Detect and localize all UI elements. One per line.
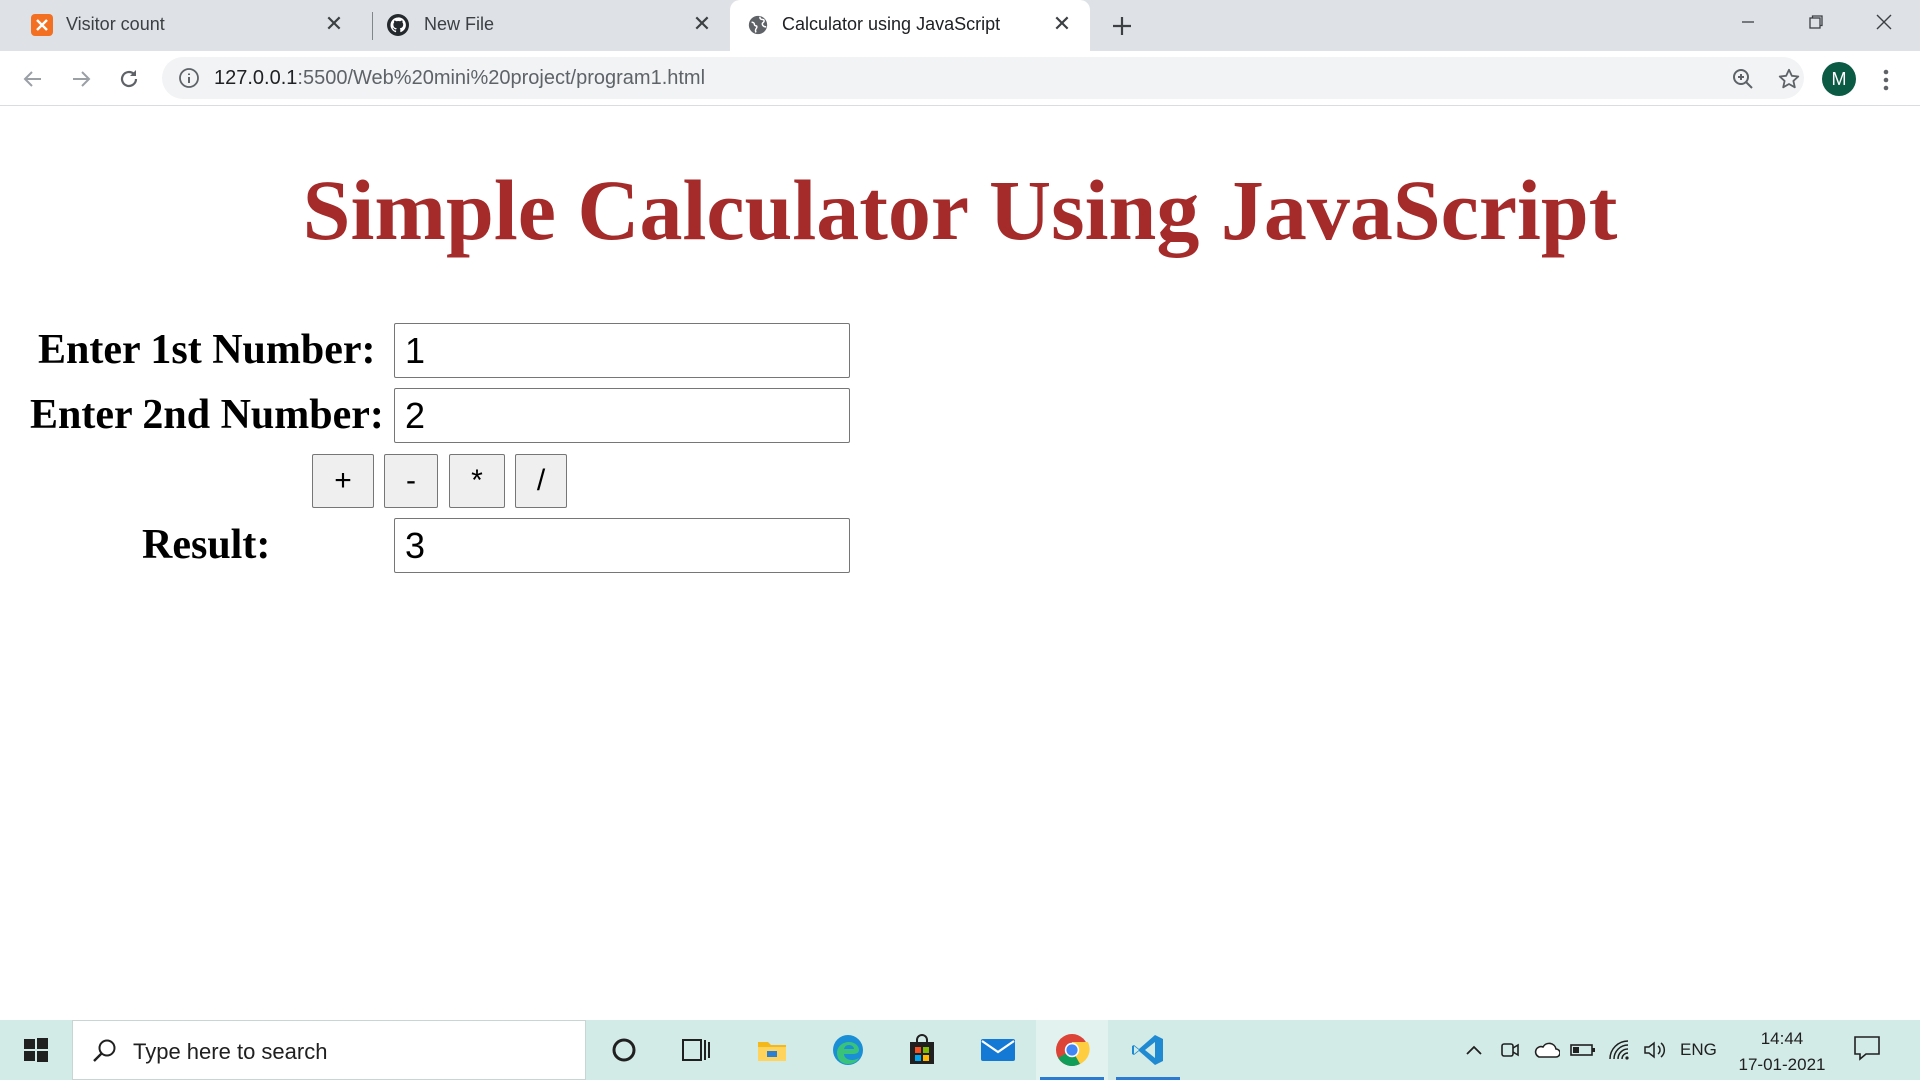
battery-icon[interactable]: [1568, 1020, 1598, 1080]
tab-title: Visitor count: [66, 14, 165, 34]
tab-title: Calculator using JavaScript: [782, 14, 1001, 34]
show-hidden-icons-icon[interactable]: [1460, 1020, 1488, 1080]
search-placeholder: Type here to search: [133, 1039, 328, 1064]
close-icon[interactable]: ✕: [322, 11, 346, 36]
file-explorer-icon[interactable]: [736, 1020, 808, 1080]
xampp-icon: [30, 13, 54, 37]
result-output[interactable]: [394, 518, 850, 573]
star-icon[interactable]: [1776, 66, 1802, 92]
taskbar: Type here to search ENG 14:44 17-01-2021: [0, 1020, 1920, 1080]
windows-start-icon[interactable]: [0, 1020, 72, 1080]
url-host: 127.0.0.1: [214, 67, 298, 89]
tab-title: New File: [424, 14, 495, 34]
first-number-input[interactable]: [394, 323, 850, 378]
second-number-label: Enter 2nd Number:: [30, 392, 384, 438]
new-tab-button[interactable]: [1108, 12, 1136, 40]
divide-button[interactable]: /: [515, 454, 567, 508]
globe-icon: [746, 13, 770, 37]
search-icon: [91, 1037, 119, 1065]
browser-toolbar: 127.0.0.1:5500/Web%20mini%20project/prog…: [0, 51, 1920, 106]
wifi-icon[interactable]: [1604, 1020, 1634, 1080]
close-window-icon[interactable]: [1864, 6, 1904, 38]
address-bar[interactable]: 127.0.0.1:5500/Web%20mini%20project/prog…: [162, 57, 1804, 99]
zoom-icon[interactable]: [1730, 66, 1756, 92]
tab-visitor-count[interactable]: Visitor count ✕: [0, 0, 362, 51]
avatar[interactable]: M: [1822, 62, 1856, 96]
mail-icon[interactable]: [962, 1020, 1034, 1080]
microsoft-store-icon[interactable]: [886, 1020, 958, 1080]
tab-calculator[interactable]: Calculator using JavaScript ✕: [730, 0, 1090, 51]
clock[interactable]: 14:44 17-01-2021: [1730, 1026, 1834, 1078]
forward-icon[interactable]: [66, 64, 96, 94]
back-icon[interactable]: [18, 64, 48, 94]
clock-time: 14:44: [1760, 1029, 1804, 1048]
cortana-icon[interactable]: [588, 1020, 660, 1080]
meet-now-icon[interactable]: [1496, 1020, 1524, 1080]
clock-date: 17-01-2021: [1738, 1055, 1826, 1074]
url-path: :5500/Web%20mini%20project/program1.html: [297, 67, 706, 89]
result-label: Result:: [142, 522, 271, 568]
multiply-button[interactable]: *: [449, 454, 505, 508]
tab-new-file[interactable]: New File ✕: [362, 0, 730, 51]
volume-icon[interactable]: [1640, 1020, 1670, 1080]
second-number-input[interactable]: [394, 388, 850, 443]
edge-browser-icon[interactable]: [812, 1020, 884, 1080]
reload-icon[interactable]: [114, 64, 144, 94]
page-title: Simple Calculator Using JavaScript: [302, 162, 1618, 258]
info-icon[interactable]: [178, 67, 200, 89]
close-icon[interactable]: ✕: [1050, 11, 1074, 36]
task-view-icon[interactable]: [660, 1020, 732, 1080]
subtract-button[interactable]: -: [384, 454, 438, 508]
minimize-icon[interactable]: [1728, 6, 1768, 38]
first-number-label: Enter 1st Number:: [38, 327, 376, 373]
chrome-icon[interactable]: [1036, 1020, 1108, 1080]
language-indicator[interactable]: ENG: [1680, 1040, 1717, 1060]
browser-tab-strip: Visitor count ✕ New File ✕ Calculator us…: [0, 0, 1920, 51]
taskbar-search-box[interactable]: Type here to search: [72, 1020, 586, 1080]
notification-icon[interactable]: [1852, 1034, 1886, 1066]
close-icon[interactable]: ✕: [690, 11, 714, 36]
vscode-icon[interactable]: [1112, 1020, 1184, 1080]
add-button[interactable]: +: [312, 454, 374, 508]
onedrive-icon[interactable]: [1530, 1020, 1562, 1080]
url-text: 127.0.0.1:5500/Web%20mini%20project/prog…: [214, 67, 705, 90]
github-icon: [386, 13, 410, 37]
more-menu-icon[interactable]: [1876, 65, 1896, 95]
restore-icon[interactable]: [1796, 6, 1836, 38]
